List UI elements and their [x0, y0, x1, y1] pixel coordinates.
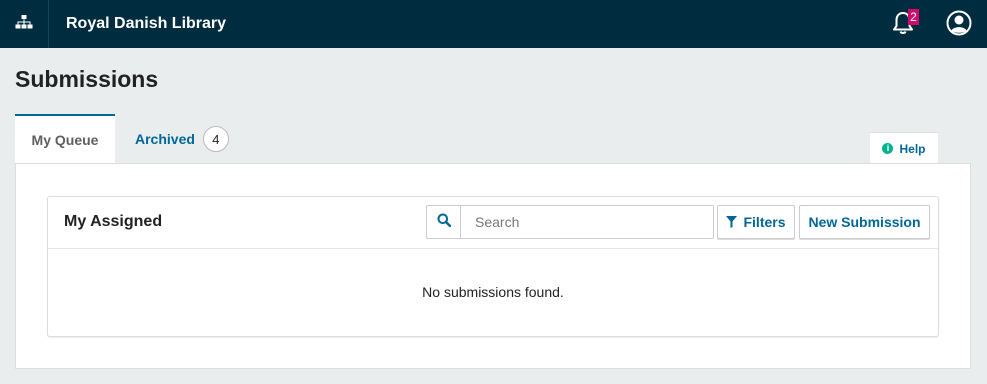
search-button[interactable] [427, 206, 461, 238]
help-button[interactable]: i Help [870, 132, 938, 164]
filters-button[interactable]: Filters [717, 205, 795, 239]
empty-list-message: No submissions found. [422, 284, 564, 300]
top-navigation-bar: Royal Danish Library 2 [0, 0, 987, 48]
help-label: Help [899, 141, 926, 156]
new-submission-label: New Submission [808, 214, 921, 230]
sitemap-button[interactable] [0, 0, 49, 48]
filters-label: Filters [743, 214, 786, 230]
user-menu-button[interactable] [945, 10, 973, 41]
tab-my-queue[interactable]: My Queue [15, 114, 115, 164]
list-title: My Assigned [64, 213, 163, 230]
archived-count-badge: 4 [202, 126, 229, 152]
info-icon: i [882, 143, 894, 154]
search-input[interactable] [461, 206, 713, 238]
tab-label: Archived [135, 131, 195, 147]
tab-label: My Queue [31, 132, 99, 148]
user-circle-icon [946, 10, 972, 41]
tab-archived[interactable]: Archived 4 [135, 114, 229, 164]
search-icon [437, 213, 451, 232]
filter-icon [726, 216, 738, 228]
notification-count-badge: 2 [908, 9, 919, 25]
new-submission-button[interactable]: New Submission [799, 205, 930, 239]
page-title: Submissions [15, 66, 159, 92]
search-box [426, 205, 714, 239]
notifications-button[interactable]: 2 [885, 8, 921, 42]
list-header: My Assigned Filters New Submis [48, 197, 938, 249]
sitemap-icon [15, 14, 33, 34]
site-title[interactable]: Royal Danish Library [66, 15, 226, 33]
my-assigned-list-panel: My Assigned Filters New Submis [47, 196, 939, 337]
